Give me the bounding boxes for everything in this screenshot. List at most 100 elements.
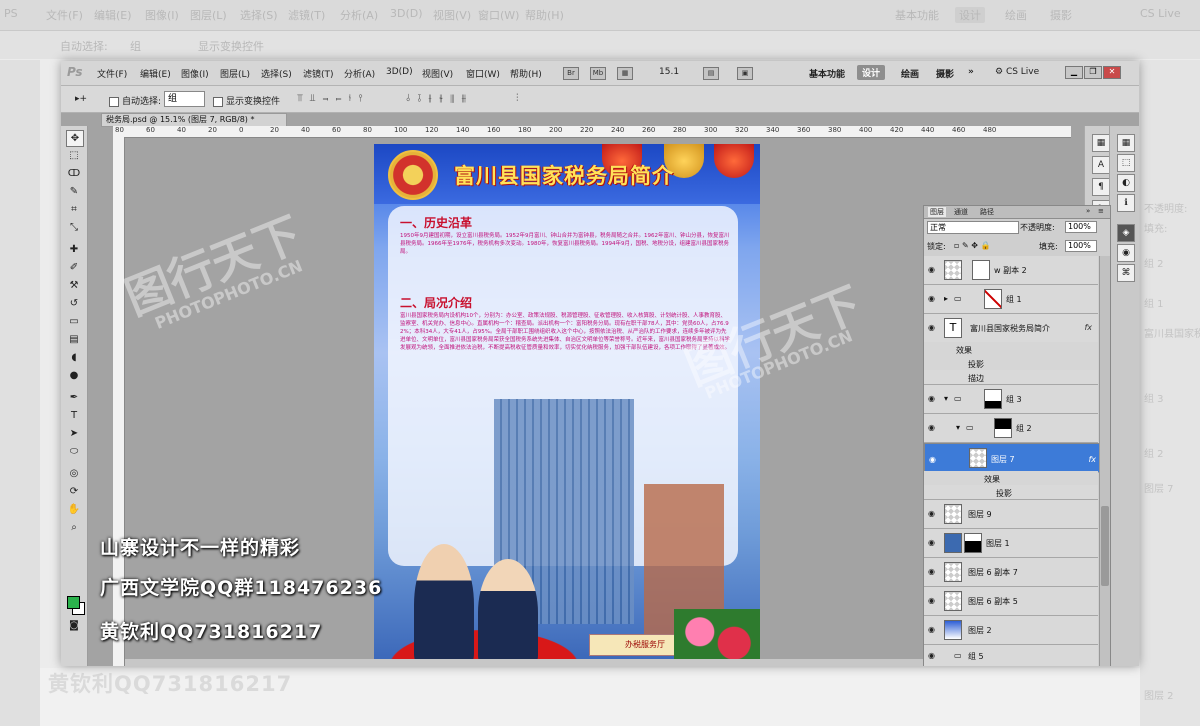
close-button[interactable]: ✕ [1103, 66, 1121, 79]
adjustments-panel-icon[interactable]: ◐ [1117, 174, 1135, 192]
swatches-panel-icon[interactable]: ▦ [1117, 134, 1135, 152]
workspace-photography[interactable]: 摄影 [936, 67, 954, 80]
cs-live-button[interactable]: ⚙ CS Live [995, 67, 1039, 77]
visibility-eye-icon[interactable]: ◉ [928, 651, 938, 660]
menu-analysis[interactable]: 分析(A) [344, 67, 375, 80]
3d-rotate-tool-icon[interactable]: ◎ [66, 466, 82, 481]
layer-row[interactable]: ◉ ▾ ▭ 组 3 [924, 385, 1098, 414]
layer-row[interactable]: ◉ ▭ 组 5 [924, 645, 1098, 666]
menu-3d[interactable]: 3D(D) [386, 67, 413, 77]
marquee-tool-icon[interactable]: ⬚ [66, 148, 82, 163]
effects-row[interactable]: 效果 [924, 342, 1098, 356]
distribute-buttons[interactable]: ⫰ ⫱ ⫲ ⫳ ⫴ ⫵ [406, 93, 468, 104]
menu-edit[interactable]: 编辑(E) [140, 67, 171, 80]
info-panel-icon[interactable]: ℹ [1117, 194, 1135, 212]
panel-menu-icon[interactable]: ≡ [1098, 207, 1104, 215]
dodge-tool-icon[interactable]: ● [66, 368, 82, 383]
zoom-level[interactable]: 15.1 [659, 67, 679, 77]
effects-row[interactable]: 效果 [924, 471, 1098, 485]
layer-row[interactable]: ◉ 图层 1 [924, 529, 1098, 558]
visibility-eye-icon[interactable]: ◉ [928, 538, 938, 547]
fx-badge[interactable]: fx [1084, 323, 1092, 332]
effect-row[interactable]: 描边 [924, 370, 1098, 385]
visibility-eye-icon[interactable]: ◉ [928, 265, 938, 274]
zoom-tool-icon[interactable]: ⌕ [66, 520, 82, 535]
workspace-essentials[interactable]: 基本功能 [809, 67, 845, 80]
shape-tool-icon[interactable]: ⬭ [66, 444, 82, 459]
view-extras-icon[interactable]: ▦ [617, 67, 633, 80]
tab-channels[interactable]: 通道 [954, 207, 968, 217]
hand-tool-icon[interactable]: ✋ [66, 502, 82, 517]
lock-icons[interactable]: ▫ ✎ ✥ 🔒 [954, 241, 990, 250]
layer-row[interactable]: ◉ ▸ ▭ 组 1 [924, 285, 1098, 314]
workspace-more-button[interactable]: » [968, 67, 974, 77]
mini-bridge-icon[interactable]: Mb [590, 67, 606, 80]
history-brush-tool-icon[interactable]: ↺ [66, 296, 82, 311]
brush-tool-icon[interactable]: ✐ [66, 260, 82, 275]
styles-panel-icon[interactable]: ⬚ [1117, 154, 1135, 172]
layer-row[interactable]: ◉ 图层 2 [924, 616, 1098, 645]
layer-row[interactable]: ◉ ▾ ▭ 组 2 [924, 414, 1098, 443]
history-panel-icon[interactable]: ▦ [1092, 134, 1110, 152]
layers-scrollbar[interactable] [1099, 256, 1110, 666]
workspace-design[interactable]: 设计 [857, 65, 886, 80]
pen-tool-icon[interactable]: ✒ [66, 390, 82, 405]
layer-row[interactable]: ◉ 图层 6 副本 5 [924, 587, 1098, 616]
layer-row[interactable]: ◉ 图层 6 副本 7 [924, 558, 1098, 587]
menu-select[interactable]: 选择(S) [261, 67, 292, 80]
layers-panel-icon[interactable]: ◈ [1117, 224, 1135, 242]
fx-badge[interactable]: fx [1088, 453, 1096, 467]
eraser-tool-icon[interactable]: ▭ [66, 314, 82, 329]
visibility-eye-icon[interactable]: ◉ [928, 625, 938, 634]
effect-row[interactable]: 投影 [924, 356, 1098, 370]
menu-view[interactable]: 视图(V) [422, 67, 453, 80]
visibility-eye-icon[interactable]: ◉ [928, 423, 938, 432]
document-tab[interactable]: 税务局.psd @ 15.1% (图层 7, RGB/8) * [101, 113, 287, 127]
healing-brush-tool-icon[interactable]: ✚ [66, 242, 82, 257]
restore-button[interactable]: ❐ [1084, 66, 1102, 79]
move-tool-preset-icon[interactable]: ▸+ [75, 94, 87, 104]
panel-collapse-icon[interactable]: » [1086, 207, 1090, 215]
blend-mode-select[interactable]: 正常 [927, 221, 1019, 234]
visibility-eye-icon[interactable]: ◉ [928, 509, 938, 518]
path-selection-tool-icon[interactable]: ➤ [66, 426, 82, 441]
visibility-eye-icon[interactable]: ◉ [928, 323, 938, 332]
show-transform-checkbox[interactable]: 显示变换控件 [213, 94, 280, 107]
tab-paths[interactable]: 路径 [980, 207, 994, 217]
arrange-documents-icon[interactable]: ▤ [703, 67, 719, 80]
visibility-eye-icon[interactable]: ◉ [928, 567, 938, 576]
workspace-painting[interactable]: 绘画 [901, 67, 919, 80]
gradient-tool-icon[interactable]: ▤ [66, 332, 82, 347]
move-tool-icon[interactable]: ✥ [66, 130, 84, 147]
layer-row-selected[interactable]: ◉ 图层 7 fx [924, 443, 1103, 473]
menu-image[interactable]: 图像(I) [181, 67, 209, 80]
paragraph-panel-icon[interactable]: ¶ [1092, 178, 1110, 196]
auto-select-checkbox[interactable]: 自动选择: [109, 94, 161, 107]
minimize-button[interactable]: ▁ [1065, 66, 1083, 79]
opacity-input[interactable]: 100% [1065, 221, 1097, 233]
expand-triangle-icon[interactable]: ▾ [956, 423, 960, 432]
effect-row[interactable]: 投影 [924, 485, 1098, 500]
tab-layers[interactable]: 图层 [928, 207, 946, 217]
screen-mode-icon[interactable]: ▣ [737, 67, 753, 80]
type-tool-icon[interactable]: T [66, 408, 82, 423]
layers-scroll-thumb[interactable] [1101, 506, 1109, 586]
quick-mask-icon[interactable]: ◙ [66, 618, 82, 633]
menu-layer[interactable]: 图层(L) [220, 67, 250, 80]
auto-align-button[interactable]: ⫶ [516, 93, 521, 104]
menu-window[interactable]: 窗口(W) [466, 67, 500, 80]
visibility-eye-icon[interactable]: ◉ [928, 596, 938, 605]
quick-select-tool-icon[interactable]: ✎ [66, 184, 82, 199]
layer-row[interactable]: ◉ 图层 9 [924, 500, 1098, 529]
foreground-color-swatch[interactable] [67, 596, 80, 609]
menu-file[interactable]: 文件(F) [97, 67, 127, 80]
visibility-eye-icon[interactable]: ◉ [928, 394, 938, 403]
lasso-tool-icon[interactable]: ↀ [66, 166, 82, 181]
channels-panel-icon[interactable]: ◉ [1117, 244, 1135, 262]
expand-triangle-icon[interactable]: ▸ [944, 294, 948, 303]
3d-orbit-tool-icon[interactable]: ⟳ [66, 484, 82, 499]
clone-stamp-tool-icon[interactable]: ⚒ [66, 278, 82, 293]
paths-panel-icon[interactable]: ⌘ [1117, 264, 1135, 282]
visibility-eye-icon[interactable]: ◉ [928, 294, 938, 303]
bridge-icon[interactable]: Br [563, 67, 579, 80]
